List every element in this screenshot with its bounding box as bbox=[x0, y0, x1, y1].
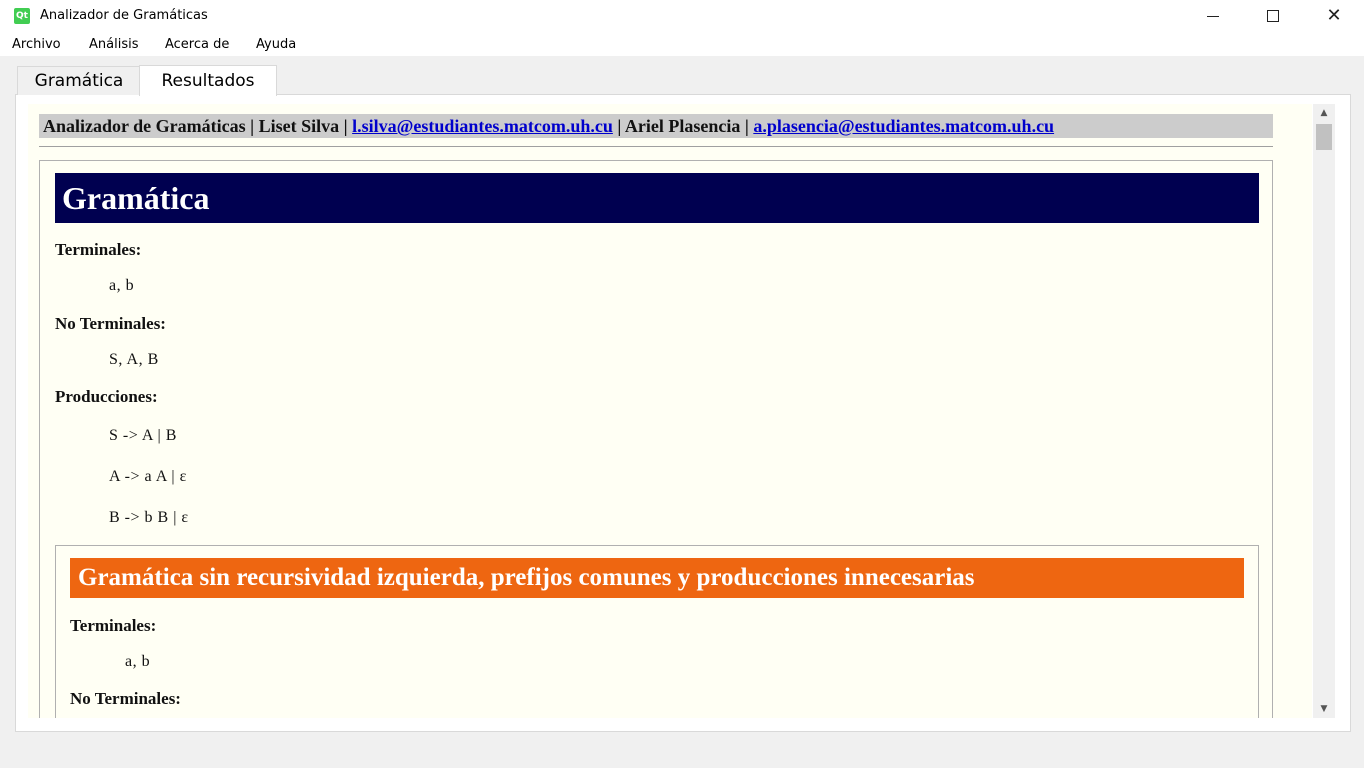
maximize-button[interactable] bbox=[1243, 0, 1303, 32]
email-link-2[interactable]: a.plasencia@estudiantes.matcom.uh.cu bbox=[753, 116, 1054, 136]
email-link-1[interactable]: l.silva@estudiantes.matcom.uh.cu bbox=[352, 116, 613, 136]
clean-no-terminales-label: No Terminales: bbox=[70, 689, 181, 708]
minimize-button[interactable] bbox=[1183, 0, 1243, 32]
clean-terminales-value: a, b bbox=[125, 653, 151, 670]
credits-separator: | bbox=[250, 116, 255, 136]
no-terminales-value: S, A, B bbox=[109, 351, 159, 368]
credits-bar: Analizador de Gramáticas | Liset Silva |… bbox=[39, 114, 1273, 138]
credits-separator: | bbox=[744, 116, 749, 136]
tab-gramatica[interactable]: Gramática bbox=[17, 66, 141, 95]
divider bbox=[39, 146, 1273, 147]
maximize-icon bbox=[1267, 10, 1279, 22]
minimize-icon bbox=[1207, 15, 1219, 17]
production-item: S -> A | B bbox=[109, 427, 177, 444]
producciones-label: Producciones: bbox=[55, 387, 158, 406]
menu-ayuda[interactable]: Ayuda bbox=[256, 37, 296, 52]
results-view: Analizador de Gramáticas | Liset Silva |… bbox=[28, 104, 1312, 718]
no-terminales-label: No Terminales: bbox=[55, 314, 166, 333]
credits-separator: | bbox=[343, 116, 348, 136]
close-button[interactable]: ✕ bbox=[1304, 0, 1364, 32]
production-item: A -> a A | ε bbox=[109, 468, 187, 485]
grammar-title: Gramática bbox=[55, 173, 1259, 223]
credits-author-1: Liset Silva bbox=[258, 116, 340, 136]
credits-separator: | bbox=[617, 116, 622, 136]
scroll-up-icon[interactable]: ▲ bbox=[1313, 106, 1335, 120]
credits-app-name: Analizador de Gramáticas bbox=[43, 116, 246, 136]
menu-archivo[interactable]: Archivo bbox=[12, 37, 61, 52]
clean-grammar-title: Gramática sin recursividad izquierda, pr… bbox=[70, 558, 1244, 598]
menu-analisis[interactable]: Análisis bbox=[89, 37, 138, 52]
terminales-label: Terminales: bbox=[55, 240, 142, 259]
scroll-thumb[interactable] bbox=[1316, 124, 1332, 150]
tab-resultados[interactable]: Resultados bbox=[139, 65, 277, 96]
clean-terminales-label: Terminales: bbox=[70, 616, 157, 635]
terminales-value: a, b bbox=[109, 277, 135, 294]
menu-acerca-de[interactable]: Acerca de bbox=[165, 37, 229, 52]
title-bar: Qt Analizador de Gramáticas ✕ bbox=[0, 0, 1364, 32]
menu-bar: Archivo Análisis Acerca de Ayuda bbox=[0, 32, 1364, 56]
production-item: B -> b B | ε bbox=[109, 509, 189, 526]
qt-app-icon: Qt bbox=[14, 8, 30, 24]
window-title: Analizador de Gramáticas bbox=[40, 8, 208, 23]
vertical-scrollbar[interactable]: ▲ ▼ bbox=[1313, 104, 1335, 718]
scroll-down-icon[interactable]: ▼ bbox=[1313, 702, 1335, 716]
close-icon: ✕ bbox=[1326, 5, 1342, 26]
credits-author-2: Ariel Plasencia bbox=[624, 116, 741, 136]
